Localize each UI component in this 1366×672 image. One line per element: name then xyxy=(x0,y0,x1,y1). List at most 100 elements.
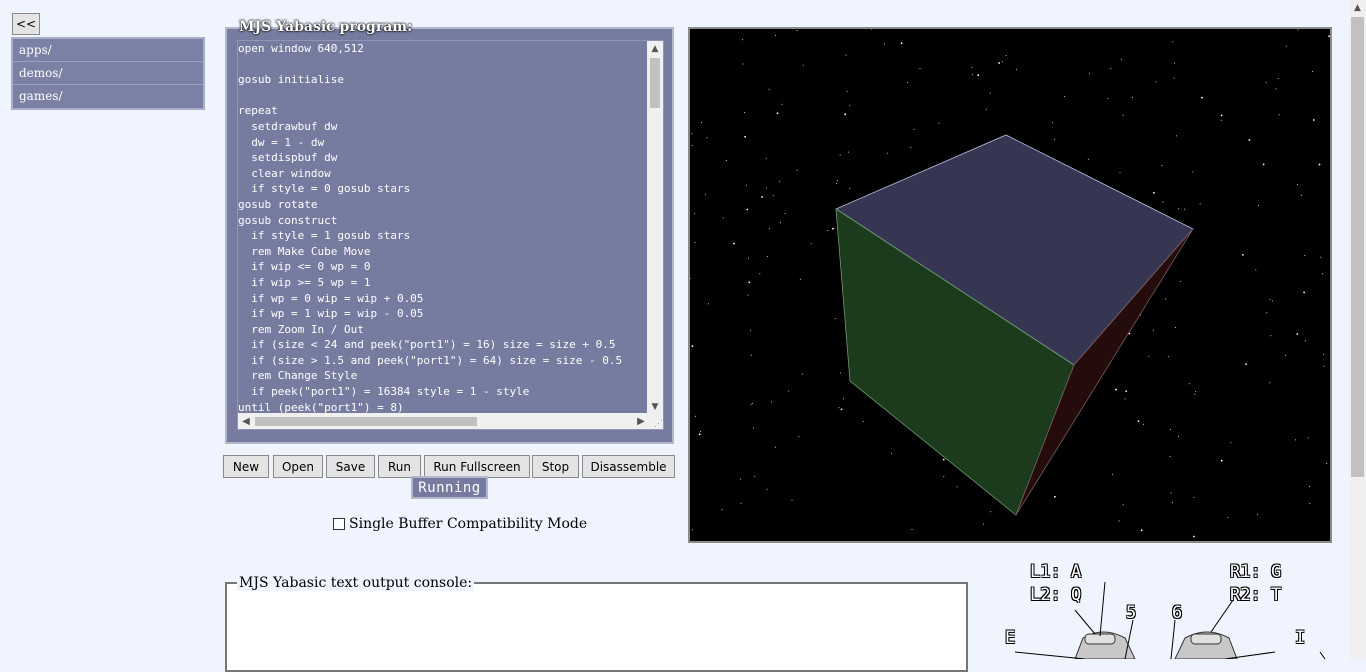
star xyxy=(779,180,781,182)
star xyxy=(919,68,921,69)
star xyxy=(1242,254,1244,256)
file-item-demos[interactable]: demos/ xyxy=(13,62,203,85)
star xyxy=(1320,256,1322,258)
star xyxy=(913,128,915,130)
star xyxy=(1304,254,1306,256)
star xyxy=(759,273,761,275)
star xyxy=(1285,45,1287,47)
pad-label-l2: L2: Q xyxy=(1030,585,1082,605)
star xyxy=(798,436,800,437)
star xyxy=(942,458,945,461)
star xyxy=(721,509,723,511)
pad-label-r1: R1: G xyxy=(1230,562,1282,582)
star xyxy=(890,452,892,454)
star xyxy=(1322,273,1324,275)
single-buffer-label: Single Buffer Compatibility Mode xyxy=(349,516,588,532)
scroll-up-icon[interactable]: ▲ xyxy=(1349,0,1366,16)
star xyxy=(832,227,834,230)
star xyxy=(694,241,696,243)
star xyxy=(1178,208,1180,210)
star xyxy=(1165,298,1167,300)
star xyxy=(971,74,973,76)
star xyxy=(796,169,798,171)
star xyxy=(977,74,980,77)
new-button[interactable]: New xyxy=(223,455,269,478)
star xyxy=(1296,333,1299,335)
pad-label-6: 6 xyxy=(1172,603,1183,623)
star xyxy=(1220,459,1223,462)
open-button[interactable]: Open xyxy=(273,455,323,478)
star xyxy=(998,62,1000,64)
star xyxy=(1188,383,1190,385)
file-item-apps[interactable]: apps/ xyxy=(13,39,203,62)
disassemble-button[interactable]: Disassemble xyxy=(582,455,675,478)
star xyxy=(1255,269,1257,271)
scroll-left-icon[interactable]: ◀ xyxy=(238,413,254,429)
save-button[interactable]: Save xyxy=(326,455,375,478)
star xyxy=(1307,437,1309,439)
star xyxy=(1174,62,1175,64)
star xyxy=(750,354,752,356)
star xyxy=(1323,365,1325,367)
single-buffer-checkbox[interactable] xyxy=(333,518,345,530)
file-item-games[interactable]: games/ xyxy=(13,85,203,108)
star xyxy=(1087,158,1089,160)
star xyxy=(766,187,768,189)
star xyxy=(990,511,992,513)
star xyxy=(1170,492,1172,494)
star xyxy=(839,372,841,374)
star xyxy=(1297,183,1298,185)
star xyxy=(1125,390,1128,392)
star xyxy=(733,242,735,245)
star xyxy=(691,132,693,134)
star xyxy=(691,144,693,146)
star xyxy=(1173,77,1175,79)
star xyxy=(1016,68,1018,70)
code-horizontal-scrollbar[interactable]: ◀ ▶ xyxy=(238,413,649,429)
star xyxy=(1153,191,1155,194)
star xyxy=(799,278,801,280)
star xyxy=(691,529,693,531)
back-button[interactable]: << xyxy=(12,13,40,35)
scroll-thumb[interactable] xyxy=(1351,17,1364,477)
star xyxy=(1054,495,1056,498)
star xyxy=(689,277,691,279)
star xyxy=(849,188,851,189)
scroll-thumb[interactable] xyxy=(255,417,477,426)
star xyxy=(1110,67,1112,69)
star xyxy=(1120,59,1122,61)
star xyxy=(740,502,742,504)
page-vertical-scrollbar[interactable]: ▲ xyxy=(1349,0,1366,659)
code-text[interactable]: open window 640,512 gosub initialise rep… xyxy=(238,41,648,415)
cube-scene xyxy=(689,28,1330,538)
star xyxy=(1064,96,1066,97)
run-fullscreen-button[interactable]: Run Fullscreen xyxy=(424,455,530,478)
star xyxy=(780,221,782,223)
star xyxy=(766,255,768,257)
resize-grip-icon[interactable]: ⋰ xyxy=(647,413,663,429)
star xyxy=(743,112,745,113)
code-vertical-scrollbar[interactable]: ▲ ▼ xyxy=(647,41,663,415)
star xyxy=(846,91,848,92)
star xyxy=(742,63,744,65)
star xyxy=(1172,501,1173,503)
star xyxy=(698,433,701,436)
star xyxy=(1115,388,1117,391)
single-buffer-option[interactable]: Single Buffer Compatibility Mode xyxy=(333,516,587,532)
star xyxy=(701,122,703,123)
star xyxy=(1137,420,1140,422)
stop-button[interactable]: Stop xyxy=(532,455,579,478)
run-button[interactable]: Run xyxy=(378,455,421,478)
code-editor[interactable]: open window 640,512 gosub initialise rep… xyxy=(237,40,664,430)
scroll-thumb[interactable] xyxy=(650,58,660,108)
star xyxy=(827,230,829,231)
star xyxy=(708,303,709,305)
star xyxy=(1124,398,1126,400)
pad-label-e: E xyxy=(1005,628,1016,648)
scroll-up-icon[interactable]: ▲ xyxy=(647,41,663,57)
star xyxy=(744,135,746,138)
star xyxy=(1175,326,1176,328)
star xyxy=(1143,423,1144,425)
graphics-canvas[interactable] xyxy=(688,27,1332,543)
star xyxy=(1318,163,1321,166)
